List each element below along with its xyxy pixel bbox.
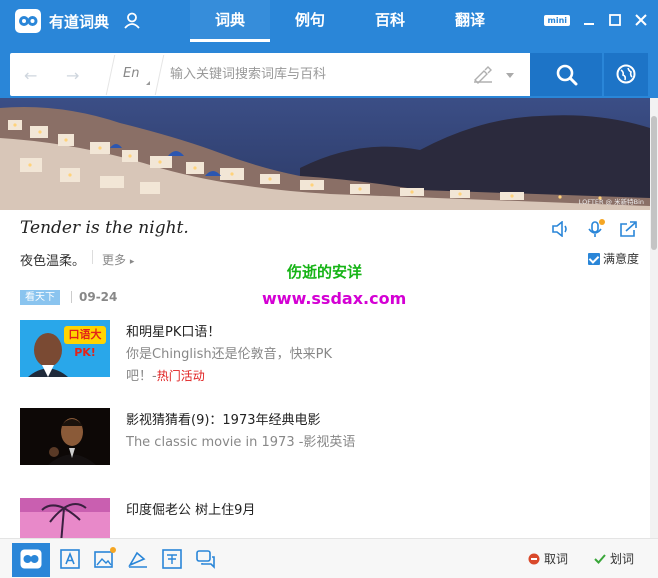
tab-examples[interactable]: 例句 bbox=[270, 0, 350, 42]
close-icon[interactable] bbox=[634, 13, 648, 27]
forward-arrow-icon[interactable]: → bbox=[66, 66, 79, 85]
cancel-word-capture-button[interactable]: 取词 bbox=[528, 550, 568, 567]
window-controls: mini bbox=[544, 13, 648, 27]
movie-still-image bbox=[20, 408, 110, 465]
letter-a-icon bbox=[60, 549, 80, 569]
minimize-icon[interactable] bbox=[582, 13, 596, 27]
chevron-right-icon: ▸ bbox=[129, 257, 135, 267]
hot-event-tag[interactable]: 热门活动 bbox=[157, 369, 205, 383]
more-link[interactable]: 更多 ▸ bbox=[102, 251, 134, 268]
article-desc: The classic movie in 1973 -影视英语 bbox=[126, 435, 356, 450]
speaker-icon[interactable] bbox=[552, 221, 570, 237]
translate-button[interactable] bbox=[158, 545, 186, 573]
globe-icon bbox=[616, 64, 636, 84]
feed-item[interactable]: 口语大PK! 和明星PK口语！ 你是Chinglish还是伦敦音，快来PK 吧！… bbox=[20, 320, 630, 384]
language-dropdown-icon bbox=[146, 81, 150, 85]
bottom-toolbar: 取词 划词 bbox=[0, 538, 658, 578]
search-options-dropdown-icon[interactable] bbox=[506, 73, 514, 78]
back-arrow-icon[interactable]: ← bbox=[24, 66, 37, 85]
daily-banner-image: LOFTER @ 米新特Bin bbox=[0, 98, 650, 210]
image-translate-button[interactable] bbox=[90, 545, 118, 573]
daily-quote: Tender is the night. bbox=[20, 218, 189, 238]
divider bbox=[71, 291, 72, 303]
checkmark-icon bbox=[594, 553, 606, 564]
search-button[interactable] bbox=[530, 53, 602, 96]
main-content: Tender is the night. 夜色温柔。 更多 ▸ 伤逝的安详 满意… bbox=[0, 210, 650, 538]
photo-credit: LOFTER @ 米新特Bin bbox=[578, 198, 644, 206]
section-badge[interactable]: 看天下 bbox=[20, 290, 60, 305]
article-title: 印度倔老公 树上住9月 bbox=[126, 503, 256, 518]
notification-dot bbox=[599, 219, 605, 225]
thumb-label: 口语大PK! bbox=[68, 328, 102, 359]
more-label: 更多 bbox=[102, 253, 127, 267]
quote-actions bbox=[552, 219, 637, 238]
tab-dictionary[interactable]: 词典 bbox=[190, 0, 270, 42]
search-icon bbox=[556, 64, 578, 86]
satisfaction-checkbox[interactable]: 满意度 bbox=[588, 250, 639, 267]
article-desc-line2: 吧！-热门活动 bbox=[126, 365, 205, 384]
web-search-button[interactable] bbox=[604, 53, 648, 96]
feed-date: 09-24 bbox=[79, 290, 118, 304]
handwriting-icon[interactable] bbox=[472, 66, 494, 84]
article-title: 影视猜猜看(9)：1973年经典电影 bbox=[126, 413, 321, 428]
chat-button[interactable] bbox=[192, 545, 220, 573]
feed-item[interactable]: 印度倔老公 树上住9月 bbox=[20, 498, 630, 538]
share-icon[interactable] bbox=[620, 221, 637, 237]
search-bar: ← → En bbox=[0, 42, 658, 98]
title-bar: 有道词典 词典 例句 百科 翻译 mini bbox=[0, 0, 658, 42]
palm-sunset-image bbox=[20, 498, 110, 538]
select-word-button[interactable]: 划词 bbox=[594, 550, 634, 567]
checkbox-checked-icon bbox=[588, 252, 600, 265]
santorini-landscape bbox=[0, 98, 650, 210]
youdao-logo-icon bbox=[15, 9, 41, 33]
tab-translate[interactable]: 翻译 bbox=[430, 0, 510, 42]
stop-icon bbox=[528, 553, 540, 564]
article-thumbnail bbox=[20, 408, 110, 465]
chat-bubbles-icon bbox=[196, 550, 215, 569]
search-box: ← → En bbox=[10, 53, 530, 96]
pen-check-icon bbox=[128, 551, 147, 568]
quote-translation: 夜色温柔。 bbox=[20, 254, 86, 269]
word-book-button[interactable] bbox=[56, 545, 84, 573]
cancel-word-capture-label: 取词 bbox=[544, 552, 569, 566]
divider bbox=[92, 250, 93, 264]
dictionary-mode-button[interactable] bbox=[12, 543, 50, 577]
main-tabs: 词典 例句 百科 翻译 bbox=[190, 0, 510, 42]
microphone-button[interactable] bbox=[588, 219, 605, 238]
user-icon[interactable] bbox=[124, 12, 140, 29]
article-thumbnail: 口语大PK! bbox=[20, 320, 110, 377]
satisfaction-label: 满意度 bbox=[603, 252, 640, 266]
feed-item[interactable]: 影视猜猜看(9)：1973年经典电影 The classic movie in … bbox=[20, 408, 630, 466]
watermark-title: 伤逝的安详 bbox=[287, 263, 363, 281]
app-title: 有道词典 bbox=[49, 13, 110, 31]
search-input[interactable] bbox=[170, 62, 460, 86]
grammar-check-button[interactable] bbox=[124, 545, 152, 573]
article-desc: 你是Chinglish还是伦敦音，快来PK bbox=[126, 347, 333, 362]
language-label[interactable]: En bbox=[123, 66, 139, 81]
youdao-logo-icon bbox=[20, 549, 42, 569]
watermark-url: www.ssdax.com bbox=[262, 289, 407, 308]
article-desc-tail: 吧！- bbox=[126, 369, 157, 384]
article-thumbnail bbox=[20, 498, 110, 538]
tab-encyclopedia[interactable]: 百科 bbox=[350, 0, 430, 42]
notification-dot bbox=[110, 547, 116, 553]
maximize-icon[interactable] bbox=[608, 13, 622, 27]
article-title: 和明星PK口语！ bbox=[126, 325, 221, 340]
select-word-label: 划词 bbox=[610, 552, 635, 566]
mini-mode-button[interactable]: mini bbox=[544, 14, 570, 26]
translate-icon bbox=[162, 549, 182, 569]
scrollbar-thumb[interactable] bbox=[651, 116, 657, 250]
